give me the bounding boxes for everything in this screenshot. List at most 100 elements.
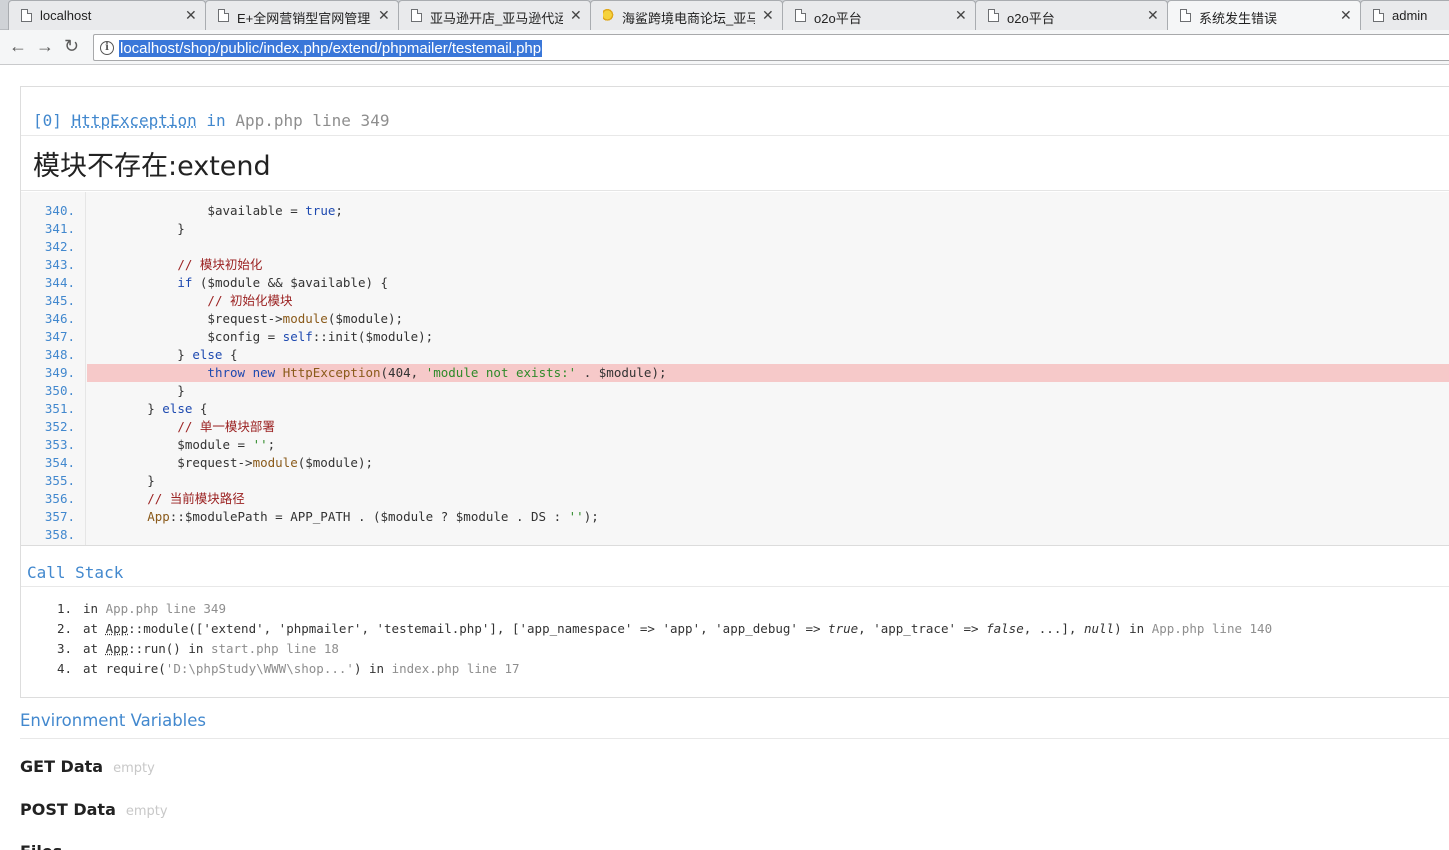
line-number: 345. (44, 293, 75, 308)
source-code: 340. $available = true; 341. } 342. 343. //… (21, 192, 1449, 546)
site-favicon-icon (603, 9, 614, 22)
call-stack-item: 2. at App::module(['extend', 'phpmailer',… (57, 621, 1272, 636)
exception-file: App.php line 349 (235, 111, 390, 130)
call-stack-number: 1. (57, 601, 73, 616)
call-stack-text: at require('D:\phpStudy\WWW\shop...') in… (83, 661, 520, 676)
page-icon (21, 9, 32, 22)
call-stack-text: at App::run() in start.php line 18 (83, 641, 339, 656)
code-line: 344. if ($module && $available) { (21, 274, 1449, 292)
code-line: 358. (21, 526, 1449, 544)
tab-strip: localhost✕E+全网营销型官网管理后✕亚马逊开店_亚马逊代运营✕海鲨跨境… (0, 0, 1449, 30)
page-icon (988, 9, 999, 22)
line-number: 350. (44, 383, 75, 398)
code-line: 351. } else { (21, 400, 1449, 418)
close-tab-icon[interactable]: ✕ (570, 7, 582, 24)
code-text: $config = self::init($module); (87, 329, 434, 344)
url-text[interactable]: localhost/shop/public/index.php/extend/p… (119, 40, 543, 57)
tab-title: E+全网营销型官网管理后 (237, 11, 371, 26)
address-bar[interactable]: i localhost/shop/public/index.php/extend… (93, 34, 1449, 61)
close-tab-icon[interactable]: ✕ (1340, 7, 1352, 24)
code-text: } (87, 473, 155, 488)
code-line: 341. } (21, 220, 1449, 238)
code-text: throw new HttpException(404, 'module not… (87, 364, 1449, 382)
browser-tab[interactable]: 系统发生错误 ✕ (1167, 0, 1361, 30)
code-line: 357. App::$modulePath = APP_PATH . ($mod… (21, 508, 1449, 526)
env-section: GET Data empty (20, 757, 155, 777)
line-number: 348. (44, 347, 75, 362)
call-stack-number: 4. (57, 661, 73, 676)
code-line: 346. $request->module($module); (21, 310, 1449, 328)
forward-icon[interactable]: → (36, 35, 54, 57)
code-line: 345. // 初始化模块 (21, 292, 1449, 310)
line-number: 344. (44, 275, 75, 290)
env-section-label: POST Data (20, 800, 116, 819)
code-text: // 初始化模块 (207, 293, 293, 308)
code-text: // 当前模块路径 (147, 491, 245, 506)
page-icon (1373, 9, 1384, 22)
environment-title: Environment Variables (20, 711, 207, 730)
divider (21, 135, 1449, 136)
line-number: 357. (44, 509, 75, 524)
code-text: $available = true; (207, 203, 343, 218)
line-number: 356. (44, 491, 75, 506)
code-text: $request->module($module); (87, 455, 373, 470)
exception-message: 模块不存在:extend (33, 151, 271, 182)
exception-in-word: in (206, 111, 226, 130)
code-line: 342. (21, 238, 1449, 256)
code-text: // 模块初始化 (177, 257, 263, 272)
line-number: 349. (44, 365, 75, 380)
divider (21, 586, 1449, 587)
page-icon (1180, 9, 1191, 22)
call-stack-text: at App::module(['extend', 'phpmailer', '… (83, 621, 1273, 636)
page-icon (411, 9, 422, 22)
code-line: 347. $config = self::init($module); (21, 328, 1449, 346)
tab-title: 亚马逊开店_亚马逊代运营 (430, 11, 563, 26)
code-text: if ($module && $available) { (177, 275, 389, 290)
browser-tab[interactable]: E+全网营销型官网管理后 ✕ (205, 0, 399, 30)
line-number: 347. (44, 329, 75, 344)
line-number: 341. (44, 221, 75, 236)
code-line: 353. $module = ''; (21, 436, 1449, 454)
code-line: 348. } else { (21, 346, 1449, 364)
browser-tab[interactable]: localhost ✕ (8, 0, 206, 30)
code-text: } else { (87, 401, 208, 416)
env-section: Files (20, 842, 62, 850)
code-line: 352. // 单一模块部署 (21, 418, 1449, 436)
divider (20, 738, 1449, 739)
info-icon[interactable]: i (100, 41, 114, 55)
exception-index: [0] (33, 111, 62, 130)
close-tab-icon[interactable]: ✕ (378, 7, 390, 24)
line-number: 342. (44, 239, 75, 254)
code-line: 354. $request->module($module); (21, 454, 1449, 472)
line-number: 352. (44, 419, 75, 434)
back-icon[interactable]: ← (9, 35, 27, 57)
code-line: 356. // 当前模块路径 (21, 490, 1449, 508)
env-section-label: Files (20, 842, 62, 850)
line-number: 354. (44, 455, 75, 470)
browser-tab[interactable]: 海鲨跨境电商论坛_亚马逊 ✕ (590, 0, 783, 30)
close-tab-icon[interactable]: ✕ (185, 7, 197, 24)
reload-icon[interactable]: ↻ (64, 35, 79, 57)
code-text: } else { (87, 347, 238, 362)
line-number: 351. (44, 401, 75, 416)
call-stack-text: in App.php line 349 (83, 601, 226, 616)
page-icon (795, 9, 806, 22)
exception-panel: [0] HttpException in App.php line 349 模块… (20, 86, 1449, 698)
line-number: 343. (44, 257, 75, 272)
exception-class[interactable]: HttpException (72, 111, 197, 130)
line-number: 358. (44, 527, 75, 542)
browser-tab[interactable]: o2o平台 ✕ (975, 0, 1168, 30)
call-stack-title: Call Stack (27, 563, 124, 582)
close-tab-icon[interactable]: ✕ (1147, 7, 1159, 24)
tab-title: o2o平台 (814, 11, 862, 26)
call-stack-item: 3. at App::run() in start.php line 18 (57, 641, 339, 656)
browser-tab[interactable]: o2o平台 ✕ (782, 0, 976, 30)
code-line: 349. throw new HttpException(404, 'modul… (21, 364, 1449, 382)
code-text: App::$modulePath = APP_PATH . ($module ?… (147, 509, 599, 524)
browser-tab[interactable]: 亚马逊开店_亚马逊代运营 ✕ (398, 0, 591, 30)
call-stack-number: 3. (57, 641, 73, 656)
close-tab-icon[interactable]: ✕ (955, 7, 967, 24)
browser-tab[interactable]: admin (1360, 0, 1449, 30)
close-tab-icon[interactable]: ✕ (762, 7, 774, 24)
page-icon (218, 9, 229, 22)
